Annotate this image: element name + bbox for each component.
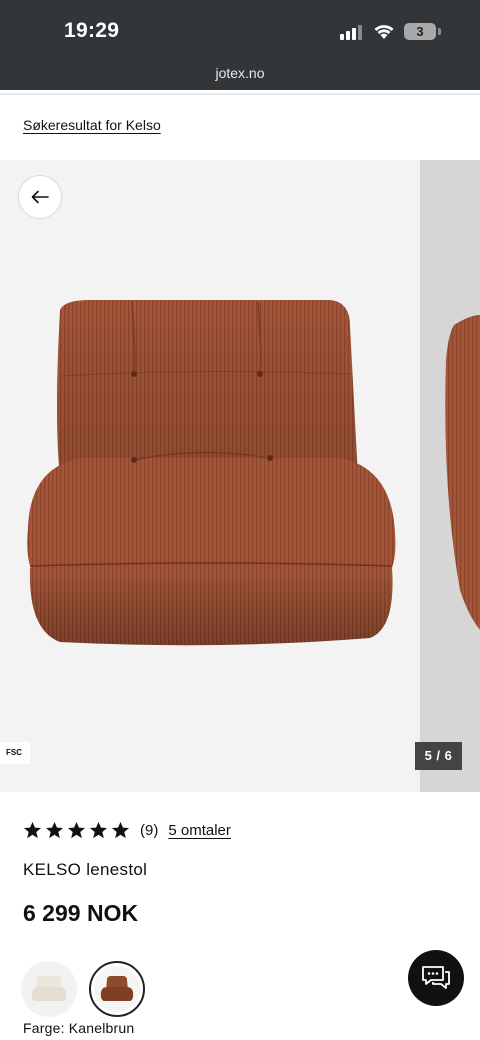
star-icon <box>45 821 64 838</box>
status-bar: 19:29 3 <box>0 0 480 62</box>
cellular-signal-icon <box>340 24 362 40</box>
color-swatch-cinnamon[interactable] <box>89 961 145 1017</box>
url-text: jotex.no <box>215 65 265 81</box>
url-bar[interactable]: jotex.no <box>0 62 480 90</box>
color-swatch-cream[interactable] <box>21 961 77 1017</box>
star-icon <box>23 821 42 838</box>
arrow-left-icon <box>31 190 49 204</box>
battery-icon: 3 <box>404 23 436 40</box>
breadcrumb-search-results[interactable]: Søkeresultat for Kelso <box>23 117 161 133</box>
star-icon <box>67 821 86 838</box>
product-price: 6 299 NOK <box>23 900 139 926</box>
fsc-badge: FSC <box>0 742 30 764</box>
color-label: Farge: Kanelbrun <box>23 1020 135 1036</box>
star-icon <box>89 821 108 838</box>
wifi-icon <box>374 25 394 39</box>
product-image-gallery[interactable]: FSC 5 / 6 <box>0 160 480 792</box>
rating-stars <box>23 821 130 840</box>
product-title: KELSO lenestol <box>23 860 148 879</box>
swatch-chair-cream <box>31 976 67 1001</box>
rating-row: (9) 5 omtaler <box>23 818 231 842</box>
swatch-chair-cinnamon <box>100 976 134 1001</box>
chat-button[interactable] <box>408 950 464 1006</box>
battery-tip <box>438 28 441 35</box>
product-image-chair <box>27 300 396 646</box>
back-button[interactable] <box>18 175 62 219</box>
next-image-chair <box>445 315 480 630</box>
image-counter: 5 / 6 <box>415 742 462 770</box>
reviews-link[interactable]: 5 omtaler <box>168 822 231 839</box>
header-divider <box>0 93 480 95</box>
star-icon <box>111 821 130 838</box>
swatch-inner <box>94 966 140 1012</box>
rating-count: (9) <box>140 821 159 839</box>
clock: 19:29 <box>64 19 120 42</box>
chat-icon <box>422 966 450 989</box>
next-image-preview[interactable] <box>420 160 480 792</box>
